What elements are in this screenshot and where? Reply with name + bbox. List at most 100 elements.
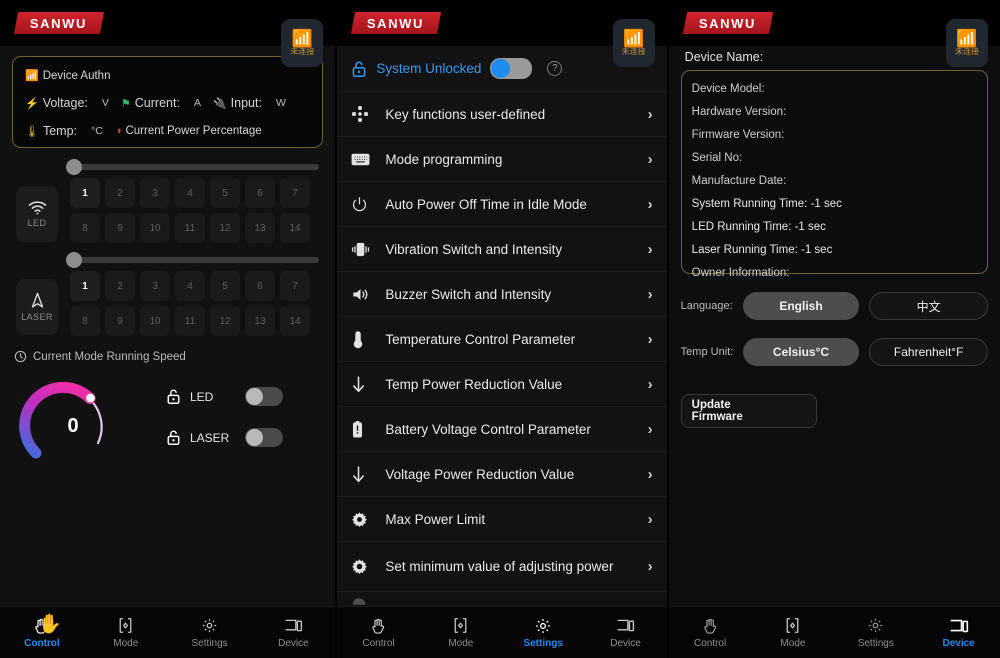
- question-mark-icon[interactable]: ?: [547, 61, 563, 76]
- partial-row-icon: [351, 597, 385, 606]
- nav-tab-device[interactable]: Device: [584, 617, 666, 649]
- settings-row-buzzer[interactable]: Buzzer Switch and Intensity ›: [337, 272, 667, 317]
- bottom-nav-device: Control Mode Settings Device: [668, 606, 1000, 658]
- led-key[interactable]: 5: [210, 178, 240, 208]
- led-key[interactable]: 8: [70, 213, 100, 243]
- laser-key[interactable]: 1: [70, 271, 100, 301]
- led-key[interactable]: 12: [210, 213, 240, 243]
- led-group-button[interactable]: LED: [16, 186, 58, 242]
- laser-key[interactable]: 3: [140, 271, 170, 301]
- header-control: SANWU 📶 未连接: [0, 0, 336, 67]
- settings-row-battery-voltage[interactable]: Battery Voltage Control Parameter ›: [337, 407, 667, 452]
- sanwu-logo: SANWU: [351, 12, 442, 34]
- led-key[interactable]: 2: [105, 178, 135, 208]
- settings-row-temp-power-reduction[interactable]: Temp Power Reduction Value ›: [337, 362, 667, 407]
- chevron-right-icon: ›: [647, 420, 653, 438]
- laser-key[interactable]: 12: [210, 306, 240, 336]
- laser-key[interactable]: 13: [245, 306, 275, 336]
- led-key[interactable]: 1: [70, 178, 100, 208]
- led-slider[interactable]: [66, 159, 320, 175]
- language-label: Language:: [680, 300, 733, 312]
- input-unit: W: [275, 97, 286, 109]
- laser-lock-toggle[interactable]: [245, 428, 283, 447]
- settings-row-temperature-control[interactable]: Temperature Control Parameter ›: [337, 317, 667, 362]
- led-key[interactable]: 11: [175, 213, 205, 243]
- device-info-value: -1 sec: [801, 244, 833, 256]
- bluetooth-icon: 📶: [623, 28, 645, 48]
- device-info-line: LED Running Time: -1 sec: [692, 221, 977, 233]
- device-info-line: Firmware Version:: [691, 129, 785, 141]
- led-key[interactable]: 9: [105, 213, 135, 243]
- arrow-down-icon: [351, 465, 385, 484]
- temp-unit: °C: [91, 125, 103, 137]
- nav-tab-device[interactable]: Device: [917, 617, 1000, 649]
- app-screen: SANWU 📶 未连接 📶 Device Authn ⚡ Voltage: V …: [0, 0, 1000, 658]
- laser-key[interactable]: 8: [70, 306, 100, 336]
- laser-key[interactable]: 14: [280, 306, 310, 336]
- led-slider-thumb[interactable]: [66, 159, 82, 175]
- update-firmware-line-2: Firmware: [691, 411, 743, 423]
- led-key[interactable]: 3: [140, 178, 170, 208]
- system-lock-toggle[interactable]: [490, 58, 533, 79]
- temp-label: Temp:: [42, 124, 78, 138]
- nav-tab-settings[interactable]: Settings: [834, 617, 917, 649]
- language-option-chinese[interactable]: 中文: [869, 292, 989, 320]
- led-key[interactable]: 6: [245, 178, 275, 208]
- nav-tab-label: Control: [362, 637, 395, 649]
- laser-key[interactable]: 6: [245, 271, 275, 301]
- device-info-key: System Running Time:: [691, 198, 808, 210]
- settings-row-mode-programming[interactable]: Mode programming ›: [337, 137, 667, 182]
- nav-tab-mode[interactable]: Mode: [752, 617, 835, 649]
- current-unit: A: [193, 97, 201, 109]
- nav-tab-control[interactable]: Control: [669, 617, 752, 649]
- laser-key[interactable]: 9: [105, 306, 135, 336]
- nav-tab-control[interactable]: Control: [337, 617, 419, 649]
- mode-brackets-icon: [453, 617, 468, 635]
- led-key[interactable]: 10: [140, 213, 170, 243]
- bluetooth-status-button[interactable]: 📶 未连接: [281, 19, 324, 67]
- settings-row-vibration[interactable]: Vibration Switch and Intensity ›: [337, 227, 667, 272]
- power-percentage-label: Current Power Percentage: [125, 125, 262, 137]
- laser-slider-thumb[interactable]: [66, 252, 82, 268]
- settings-row-partial[interactable]: [337, 592, 666, 606]
- laser-slider-wrap: [0, 252, 335, 268]
- bluetooth-status-button[interactable]: 📶 未连接: [612, 19, 655, 67]
- nav-tab-settings[interactable]: Settings: [502, 617, 584, 649]
- settings-row-label: Key functions user-defined: [385, 106, 546, 122]
- nav-tab-device[interactable]: Device: [251, 617, 335, 649]
- settings-panel: SANWU 📶 未连接 System Unlocked ? Key functi…: [337, 0, 667, 658]
- led-key[interactable]: 7: [280, 178, 310, 208]
- laser-slider[interactable]: [66, 252, 320, 268]
- settings-row-label: Voltage Power Reduction Value: [385, 466, 575, 482]
- led-key[interactable]: 14: [280, 213, 310, 243]
- nav-tab-settings[interactable]: Settings: [168, 617, 252, 649]
- laser-key[interactable]: 11: [175, 306, 205, 336]
- led-lock-toggle[interactable]: [245, 387, 283, 406]
- laser-key[interactable]: 7: [280, 271, 310, 301]
- temp-unit-option-fahrenheit[interactable]: Fahrenheit°F: [869, 338, 989, 366]
- laser-group-button[interactable]: LASER: [16, 279, 58, 335]
- led-key[interactable]: 4: [175, 178, 205, 208]
- laser-key[interactable]: 10: [140, 306, 170, 336]
- laser-key[interactable]: 2: [105, 271, 135, 301]
- laser-key[interactable]: 4: [175, 271, 205, 301]
- update-firmware-button[interactable]: Update Firmware: [680, 394, 817, 428]
- device-auth-row: 📶 Device Authn: [25, 69, 310, 83]
- bluetooth-status-button[interactable]: 📶 未连接: [946, 19, 989, 67]
- settings-row-auto-power-off[interactable]: Auto Power Off Time in Idle Mode ›: [337, 182, 667, 227]
- led-key[interactable]: 13: [245, 213, 275, 243]
- devices-icon: [284, 617, 303, 635]
- nav-tab-mode[interactable]: Mode: [420, 617, 502, 649]
- nav-tab-mode[interactable]: Mode: [84, 617, 168, 649]
- settings-row-key-functions[interactable]: Key functions user-defined ›: [337, 92, 667, 137]
- gear-icon: [351, 558, 385, 575]
- thermometer-icon: 🌡: [25, 125, 39, 138]
- temp-unit-label: Temp Unit:: [680, 346, 734, 358]
- settings-row-max-power-limit[interactable]: Max Power Limit ›: [337, 497, 667, 542]
- settings-row-min-adjust-power[interactable]: Set minimum value of adjusting power ›: [337, 542, 667, 592]
- mode-brackets-icon: [785, 617, 800, 635]
- settings-row-voltage-power-reduction[interactable]: Voltage Power Reduction Value ›: [337, 452, 667, 497]
- temp-unit-option-celsius[interactable]: Celsius°C: [742, 338, 860, 366]
- language-option-english[interactable]: English: [742, 292, 860, 320]
- laser-key[interactable]: 5: [210, 271, 240, 301]
